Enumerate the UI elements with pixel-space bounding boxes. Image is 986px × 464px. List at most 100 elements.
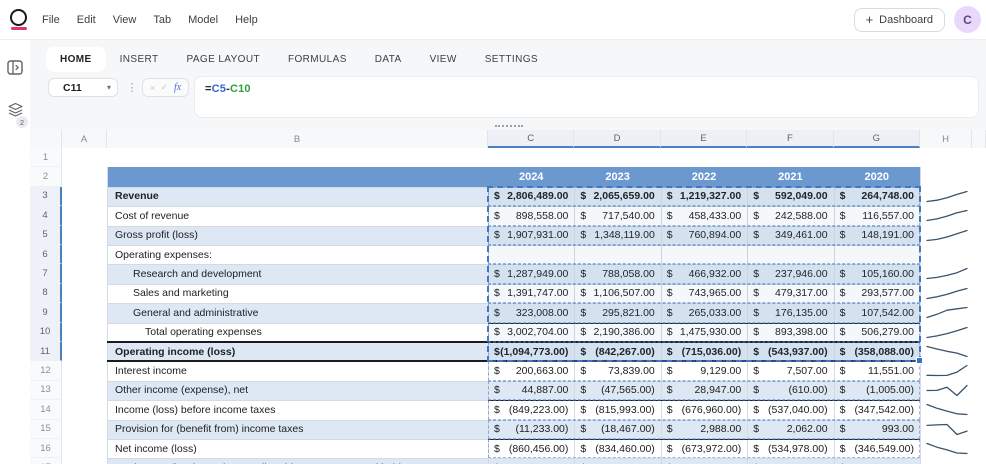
cell-H7-sparkline[interactable]	[924, 266, 970, 281]
row-header-8[interactable]: 8	[30, 283, 62, 304]
cell-E16[interactable]: $ (673,972.00)	[661, 439, 747, 458]
cell-E17[interactable]: $	[661, 458, 747, 464]
confirm-formula-icon[interactable]: ✓	[161, 82, 169, 93]
row-header-10[interactable]: 10	[30, 322, 62, 342]
cell-G4[interactable]: $116,557.00	[834, 206, 920, 225]
tab-settings[interactable]: SETTINGS	[471, 47, 552, 72]
cell-F3[interactable]: $592,049.00	[747, 187, 833, 206]
cell-G17[interactable]: $	[834, 458, 920, 464]
cell-C13[interactable]: $44,887.00	[488, 381, 574, 400]
cell-G7[interactable]: $105,160.00	[834, 264, 920, 283]
cell-D2[interactable]: 2023	[574, 167, 660, 186]
cell-D16[interactable]: $ (834,460.00)	[574, 439, 660, 458]
cell-D17[interactable]: $	[574, 458, 660, 464]
row-header-9[interactable]: 9	[30, 303, 62, 323]
tab-page-layout[interactable]: PAGE LAYOUT	[173, 47, 275, 72]
cell-F17[interactable]: $	[747, 458, 833, 464]
cell-H3-sparkline[interactable]	[924, 189, 970, 204]
cell-H10-sparkline[interactable]	[924, 325, 970, 340]
menu-item-tab[interactable]: Tab	[153, 14, 171, 26]
cell-G11[interactable]: $ (358,088.00)	[834, 342, 920, 361]
cell-C16[interactable]: $ (860,456.00)	[488, 439, 574, 458]
column-header-A[interactable]: A	[62, 130, 107, 148]
cell-H11-sparkline[interactable]	[924, 344, 970, 359]
cell-E13[interactable]: $28,947.00	[661, 381, 747, 400]
tab-home[interactable]: HOME	[46, 47, 106, 72]
cell-B7[interactable]: Research and development	[107, 264, 488, 283]
cell-E5[interactable]: $760,894.00	[661, 226, 747, 245]
row-header-13[interactable]: 13	[30, 380, 62, 401]
cell-F2[interactable]: 2021	[747, 167, 833, 186]
cell-B9[interactable]: General and administrative	[107, 303, 488, 322]
cell-D12[interactable]: $73,839.00	[574, 361, 660, 380]
cell-E3[interactable]: $1,219,327.00	[661, 187, 747, 206]
cell-F16[interactable]: $ (534,978.00)	[747, 439, 833, 458]
cell-B16[interactable]: Net income (loss)	[107, 439, 488, 458]
cell-C7[interactable]: $1,287,949.00	[488, 264, 574, 283]
cell-H9-sparkline[interactable]	[924, 305, 970, 320]
cell-C14[interactable]: $ (849,223.00)	[488, 400, 574, 419]
cell-C4[interactable]: $898,558.00	[488, 206, 574, 225]
cell-G12[interactable]: $11,551.00	[834, 361, 920, 380]
row-header-3[interactable]: 3	[30, 186, 62, 207]
cell-F4[interactable]: $242,588.00	[747, 206, 833, 225]
cell-D14[interactable]: $ (815,993.00)	[574, 400, 660, 419]
cell-D5[interactable]: $1,348,119.00	[574, 226, 660, 245]
fx-icon[interactable]: fx	[174, 82, 181, 93]
menu-item-view[interactable]: View	[113, 14, 137, 26]
row-header-17[interactable]: 17	[30, 458, 62, 464]
menu-item-model[interactable]: Model	[188, 14, 218, 26]
cell-D7[interactable]: $788,058.00	[574, 264, 660, 283]
menu-item-help[interactable]: Help	[235, 14, 258, 26]
cell-C10[interactable]: $3,002,704.00	[488, 323, 574, 342]
cell-D13[interactable]: $ (47,565.00)	[574, 381, 660, 400]
cell-B13[interactable]: Other income (expense), net	[107, 381, 488, 400]
cell-E10[interactable]: $1,475,930.00	[661, 323, 747, 342]
cell-B10[interactable]: Total operating expenses	[107, 323, 488, 342]
cell-G16[interactable]: $ (346,549.00)	[834, 439, 920, 458]
cell-F9[interactable]: $176,135.00	[747, 303, 833, 322]
grid-corner[interactable]	[30, 130, 62, 148]
cell-G5[interactable]: $148,191.00	[834, 226, 920, 245]
cell-H15-sparkline[interactable]	[924, 422, 970, 437]
cancel-formula-icon[interactable]: ×	[150, 83, 155, 93]
cell-C3[interactable]: $2,806,489.00	[488, 187, 574, 206]
cell-D3[interactable]: $2,065,659.00	[574, 187, 660, 206]
cell-H13-sparkline[interactable]	[924, 383, 970, 398]
cell-G10[interactable]: $506,279.00	[834, 323, 920, 342]
cell-G15[interactable]: $993.00	[834, 420, 920, 439]
column-header-B[interactable]: B	[107, 130, 488, 148]
cell-F7[interactable]: $237,946.00	[747, 264, 833, 283]
column-header-C[interactable]: C	[488, 130, 575, 148]
cell-F15[interactable]: $2,062.00	[747, 420, 833, 439]
cell-D4[interactable]: $717,540.00	[574, 206, 660, 225]
cell-B3[interactable]: Revenue	[107, 187, 488, 206]
cell-F5[interactable]: $349,461.00	[747, 226, 833, 245]
tab-insert[interactable]: INSERT	[106, 47, 173, 72]
cell-G2[interactable]: 2020	[834, 167, 920, 186]
cell-E12[interactable]: $9,129.00	[661, 361, 747, 380]
cell-F10[interactable]: $893,398.00	[747, 323, 833, 342]
cell-D15[interactable]: $ (18,467.00)	[574, 420, 660, 439]
tab-data[interactable]: DATA	[361, 47, 416, 72]
cell-B14[interactable]: Income (loss) before income taxes	[107, 400, 488, 419]
cell-H12-sparkline[interactable]	[924, 363, 970, 378]
cell-E2[interactable]: 2022	[661, 167, 747, 186]
cell-G3[interactable]: $264,748.00	[834, 187, 920, 206]
row-header-2[interactable]: 2	[30, 167, 62, 187]
panel-drag-handle[interactable]	[495, 125, 523, 127]
cell-C8[interactable]: $1,391,747.00	[488, 284, 574, 303]
cell-C17[interactable]: $	[488, 458, 574, 464]
app-logo-icon[interactable]	[10, 8, 27, 31]
column-header-D[interactable]: D	[574, 130, 661, 148]
cell-B11[interactable]: Operating income (loss)	[107, 342, 488, 361]
tab-view[interactable]: VIEW	[416, 47, 471, 72]
cell-F11[interactable]: $ (543,937.00)	[747, 342, 833, 361]
cell-F14[interactable]: $ (537,040.00)	[747, 400, 833, 419]
cell-D11[interactable]: $ (842,267.00)	[574, 342, 660, 361]
cell-C12[interactable]: $200,663.00	[488, 361, 574, 380]
cell-H16-sparkline[interactable]	[924, 441, 970, 456]
cell-H14-sparkline[interactable]	[924, 402, 970, 417]
cell-C2[interactable]: 2024	[488, 167, 574, 186]
formula-bar[interactable]: =C5-C10	[194, 76, 979, 118]
